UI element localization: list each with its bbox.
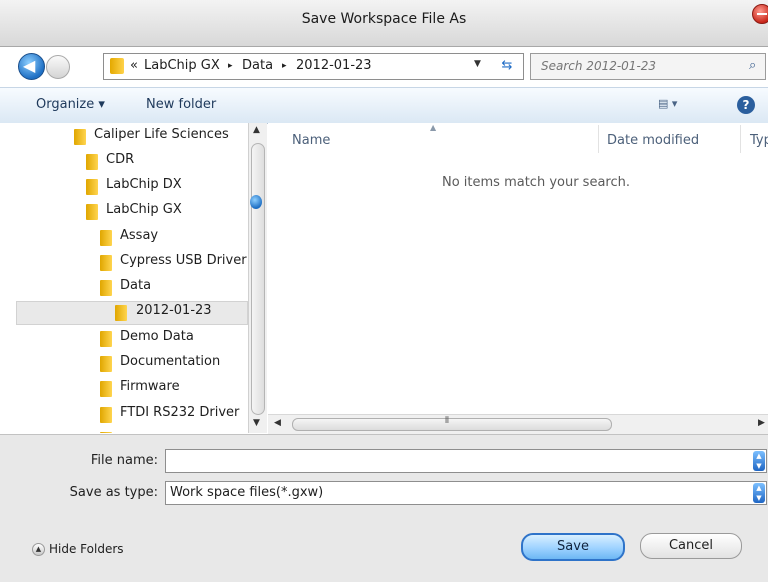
breadcrumb-2012-01-23[interactable]: 2012-01-23 [296,58,372,73]
address-bar[interactable]: « LabChip GX ▸ Data ▸ 2012-01-23 ▼ ⇆ [103,53,524,80]
folder-icon [100,331,112,347]
folder-icon [100,381,112,397]
back-arrow-icon: ◀ [23,56,36,75]
search-box[interactable]: ⌕ [530,53,766,80]
column-header-name[interactable]: Name [292,133,330,148]
column-header-type[interactable]: Typ [750,133,768,148]
scroll-right-icon[interactable]: ▶ [758,418,765,428]
empty-message: No items match your search. [441,175,630,190]
folder-icon [110,58,124,74]
cancel-button[interactable]: Cancel [640,533,742,559]
folder-icon [100,230,112,246]
breadcrumb-separator[interactable]: ▸ [228,61,233,71]
hide-folders-label: Hide Folders [49,542,124,556]
folder-icon [100,407,112,423]
tree-scrollbar[interactable]: ▲ ▼ [248,123,267,433]
breadcrumb-separator[interactable]: ▸ [282,61,287,71]
folder-icon [86,179,98,195]
file-name-label: File name: [90,453,158,468]
folder-icon [100,255,112,271]
pane-splitter-handle[interactable] [250,195,262,209]
column-divider[interactable] [598,125,599,153]
views-button[interactable]: ▤ ▾ [658,97,677,110]
breadcrumb-labchip-gx[interactable]: LabChip GX [144,58,220,73]
organize-button[interactable]: Organize ▾ [36,97,105,112]
save-as-type-label: Save as type: [69,485,158,500]
collapse-up-icon: ▲ [32,543,45,556]
folder-icon [86,154,98,170]
folder-icon [74,129,86,145]
folder-icon [100,280,112,296]
save-as-type-dropdown-icon[interactable]: ▲ ▼ [753,483,765,503]
horizontal-scroll-thumb[interactable]: ⦀ [292,416,612,431]
folder-icon [115,305,127,321]
hide-folders-button[interactable]: ▲ Hide Folders [32,542,124,556]
chevron-down-icon[interactable]: ▼ [474,59,481,69]
folder-icon [100,356,112,372]
save-as-type-select[interactable]: Work space files(*.gxw) ▲ ▼ [165,481,767,505]
folder-icon [86,204,98,220]
save-button[interactable]: Save [521,533,625,561]
sort-arrow-icon: ▲ [430,123,437,132]
breadcrumb-data[interactable]: Data [242,58,273,73]
file-name-input[interactable] [170,453,734,470]
scroll-down-icon[interactable]: ▼ [253,418,260,428]
file-list: ▲ Name Date modified Typ No items match … [268,123,768,413]
column-divider[interactable] [740,125,741,153]
title-bar: Save Workspace File As [0,0,768,47]
file-name-dropdown-icon[interactable]: ▲ ▼ [753,451,765,471]
forward-button[interactable] [46,55,70,79]
save-options-pane: File name: ▲ ▼ Save as type: Work space f… [0,434,768,582]
new-folder-button[interactable]: New folder [146,97,216,112]
horizontal-scrollbar[interactable]: ◀ ⦀ ▶ [268,414,768,434]
search-input[interactable] [539,58,723,74]
help-icon[interactable]: ? [737,96,755,114]
tree-scroll-thumb[interactable] [251,143,265,415]
search-icon[interactable]: ⌕ [749,58,756,73]
refresh-icon[interactable]: ⇆ [496,56,518,76]
scroll-left-icon[interactable]: ◀ [274,418,281,428]
folder-tree: Caliper Life Sciences CDR LabChip DX Lab… [0,123,248,433]
close-icon[interactable] [752,4,768,24]
tree-item-2012-01-23[interactable]: 2012-01-23 [16,301,248,325]
column-header-date-modified[interactable]: Date modified [607,133,699,148]
scroll-up-icon[interactable]: ▲ [253,125,260,135]
window-title: Save Workspace File As [301,11,467,27]
command-bar: Organize ▾ New folder ▤ ▾ ? [0,87,768,124]
breadcrumb-overflow[interactable]: « [130,58,138,73]
back-button[interactable]: ◀ [18,53,45,80]
folder-icon [100,432,112,433]
grip-icon: ⦀ [445,416,449,426]
file-name-field[interactable]: ▲ ▼ [165,449,767,473]
save-as-type-value: Work space files(*.gxw) [170,485,324,500]
